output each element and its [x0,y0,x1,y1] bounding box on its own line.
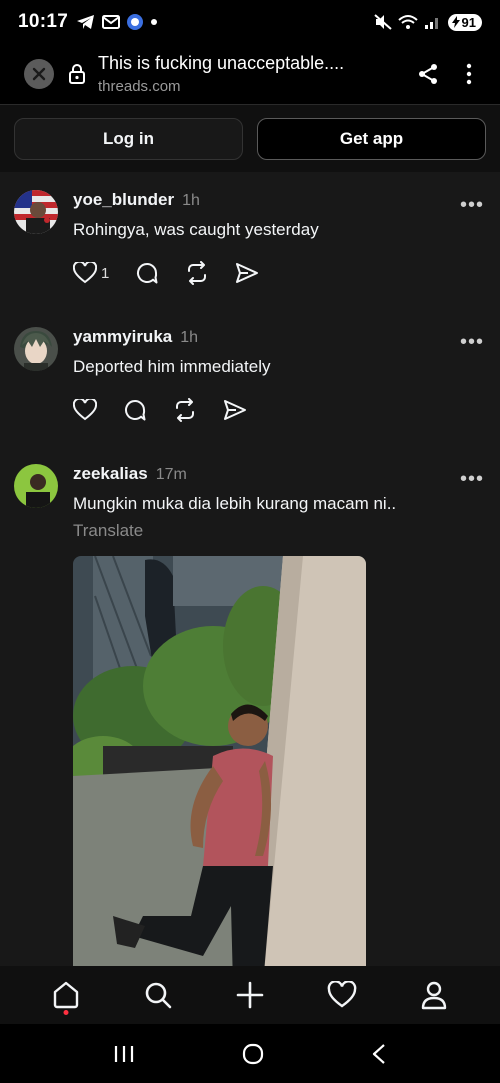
lock-indicator [66,64,88,84]
like-count: 1 [101,264,110,282]
telegram-icon [77,15,95,29]
username[interactable]: yammyiruka [73,327,172,347]
share-button[interactable] [235,262,259,284]
like-button[interactable]: 1 [73,262,109,284]
status-bar: 10:17 91 [0,0,500,44]
page-title: This is fucking unacceptable.... [98,53,345,73]
heart-icon [73,262,97,284]
notification-dot [63,1010,69,1015]
home-icon [53,981,79,1009]
post-actions [73,398,500,422]
post-header: yoe_blunder 1h [73,188,500,210]
nav-create[interactable] [230,975,270,1015]
heart-icon [327,981,357,1008]
status-time: 10:17 [18,11,69,32]
more-vertical-icon[interactable] [466,63,472,85]
avatar-image [14,327,58,371]
post-time: 17m [155,466,187,483]
mute-icon [373,14,392,30]
share-button[interactable] [223,399,247,421]
post-text: Deported him immediately [73,357,271,376]
repost-button[interactable] [173,398,197,422]
search-icon [145,982,172,1009]
more-options-icon[interactable]: ••• [460,468,484,491]
post[interactable]: ••• yammyiruka 1h Deported him immediate… [0,325,500,422]
battery-indicator: 91 [447,13,482,31]
browser-header: This is fucking unacceptable.... threads… [0,44,500,104]
post-text: Rohingya, was caught yesterday [73,220,319,239]
translate-link[interactable]: Translate [73,521,143,540]
post-header: yammyiruka 1h [73,325,500,347]
status-right-icons: 91 [373,13,482,31]
avatar[interactable] [14,190,58,234]
post-photo [73,556,366,966]
post-actions: 1 [73,261,500,285]
post[interactable]: ••• yoe_blunder 1h Rohingya, was caught … [0,188,500,285]
post-time: 1h [182,192,200,209]
more-options-icon[interactable]: ••• [460,194,484,217]
charging-icon [451,16,460,28]
send-icon [224,400,246,420]
app-notification-icon [127,14,144,30]
reply-button[interactable] [135,261,159,285]
nav-activity[interactable] [322,975,362,1015]
get-app-button[interactable]: Get app [257,117,486,160]
repost-button[interactable] [185,261,209,285]
nav-home[interactable] [46,975,86,1015]
nav-profile[interactable] [414,975,454,1015]
back-icon[interactable] [371,1043,387,1065]
like-button[interactable] [73,399,97,421]
close-icon [32,67,46,81]
feed[interactable]: ••• yoe_blunder 1h Rohingya, was caught … [0,172,500,966]
avatar[interactable] [14,327,58,371]
reply-button[interactable] [123,398,147,422]
repost-icon [176,398,194,422]
comment-icon [125,400,146,421]
post-header: zeekalias 17m [73,462,500,484]
battery-level: 91 [461,14,476,30]
username[interactable]: zeekalias [73,464,148,484]
avatar-image [14,190,58,234]
wifi-icon [397,15,418,29]
post[interactable]: ••• zeekalias 17m Mungkin muka dia lebih… [0,462,500,966]
home-button-icon[interactable] [242,1043,264,1065]
more-options-icon[interactable]: ••• [460,331,484,354]
avatar[interactable] [14,464,58,508]
plus-icon [236,981,264,1009]
post-image[interactable] [73,556,366,966]
mail-icon [102,15,121,29]
share-icon[interactable] [416,62,440,86]
system-navigation [0,1024,500,1083]
auth-row: Log in Get app [0,104,500,172]
comment-icon [137,263,158,284]
heart-icon [73,399,97,421]
avatar-image [14,464,58,508]
browser-actions [416,62,472,86]
lock-icon [69,64,85,84]
post-text: Mungkin muka dia lebih kurang macam ni..… [73,490,403,544]
signal-icon [424,18,438,29]
bottom-navigation [0,966,500,1024]
status-left-icons [76,13,158,31]
profile-icon [421,981,447,1010]
url-block[interactable]: This is fucking unacceptable.... threads… [98,53,416,95]
nav-search[interactable] [138,975,178,1015]
send-icon [236,263,259,283]
username[interactable]: yoe_blunder [73,190,174,210]
login-button[interactable]: Log in [14,117,243,160]
page-domain: threads.com [98,78,181,95]
recent-apps-icon[interactable] [113,1044,135,1064]
close-button[interactable] [24,59,54,89]
post-time: 1h [180,329,199,346]
post-text-body: Mungkin muka dia lebih kurang macam ni.. [73,494,397,513]
dot-icon [151,19,158,25]
repost-icon [188,261,207,285]
